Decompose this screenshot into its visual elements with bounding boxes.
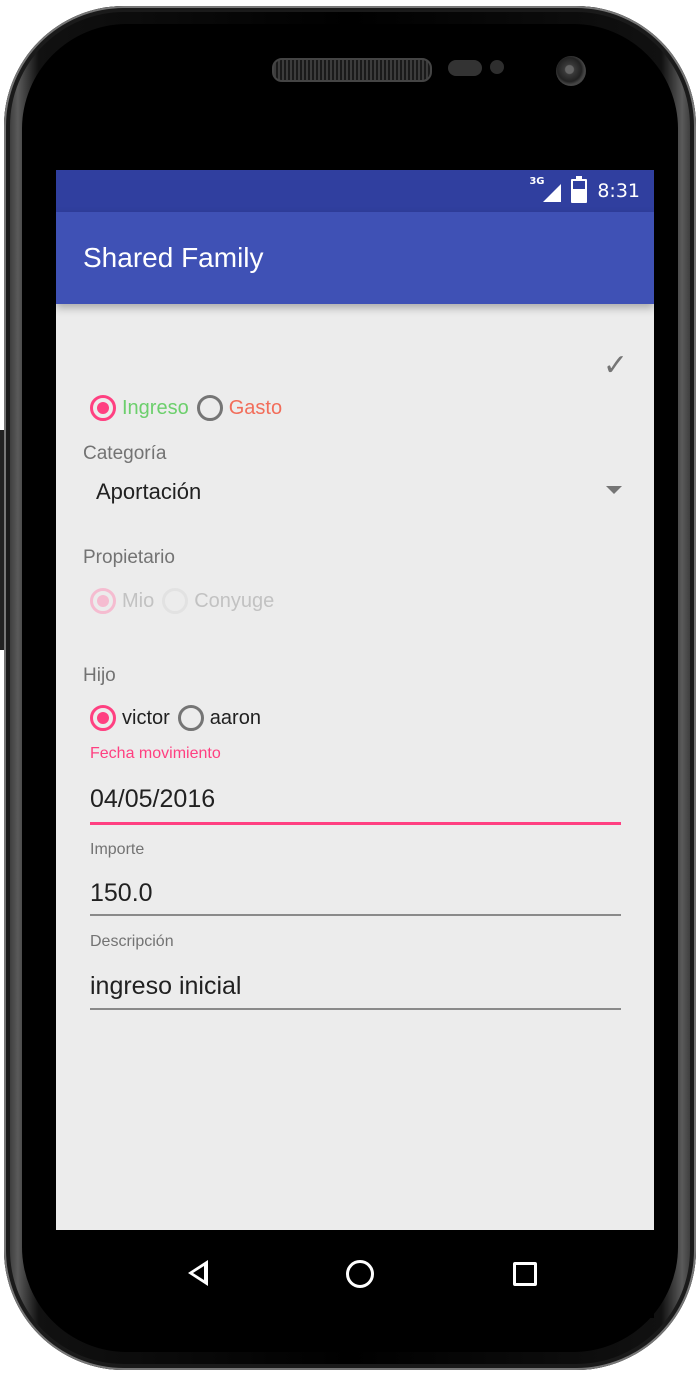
- radio-gasto[interactable]: [196, 395, 223, 421]
- status-time: 8:31: [597, 180, 640, 202]
- radio-aaron[interactable]: [177, 705, 204, 731]
- owner-label: Propietario: [83, 547, 175, 568]
- radio-gasto-label[interactable]: Gasto: [229, 397, 282, 420]
- home-circle-icon[interactable]: [338, 1254, 378, 1294]
- light-sensor: [490, 60, 504, 74]
- movement-type-group: Ingreso Gasto: [90, 395, 290, 421]
- front-camera: [556, 56, 586, 86]
- radio-victor[interactable]: [90, 705, 116, 731]
- description-field-underline: [90, 1008, 621, 1010]
- radio-ingreso[interactable]: [90, 395, 116, 421]
- owner-group: Mio Conyuge: [90, 588, 282, 614]
- radio-mio-label[interactable]: Mio: [122, 590, 154, 613]
- network-type: 3G: [529, 176, 545, 187]
- date-field-label: Fecha movimiento: [90, 745, 221, 762]
- radio-aaron-label[interactable]: aaron: [210, 707, 261, 730]
- battery-icon: [571, 176, 588, 203]
- proximity-sensor: [448, 60, 482, 76]
- child-group: victor aaron: [90, 705, 269, 731]
- description-field-label: Descripción: [90, 933, 174, 950]
- app-screen: 3G 8:31 Shared Family ✓ Ingreso Gasto Ca…: [56, 170, 654, 1230]
- app-title: Shared Family: [83, 242, 264, 273]
- status-bar: 3G 8:31: [56, 170, 654, 212]
- status-icons: 3G 8:31: [529, 176, 640, 204]
- recents-square-icon[interactable]: [506, 1254, 546, 1294]
- radio-victor-label[interactable]: victor: [122, 707, 170, 730]
- amount-field-underline: [90, 914, 621, 916]
- category-label: Categoría: [83, 443, 167, 464]
- child-label: Hijo: [83, 665, 116, 686]
- signal-icon: 3G: [529, 176, 562, 202]
- app-bar: Shared Family: [56, 212, 654, 304]
- radio-conyuge[interactable]: [162, 588, 189, 614]
- amount-field-label: Importe: [90, 841, 145, 858]
- category-spinner[interactable]: Aportación: [96, 479, 201, 505]
- earpiece-speaker: [272, 58, 432, 82]
- amount-field[interactable]: 150.0: [90, 879, 153, 908]
- back-triangle-icon[interactable]: [180, 1254, 220, 1294]
- radio-conyuge-label[interactable]: Conyuge: [194, 590, 274, 613]
- check-icon[interactable]: ✓: [603, 348, 628, 383]
- date-field[interactable]: 04/05/2016: [90, 785, 215, 814]
- navigation-bar: [56, 1230, 654, 1318]
- dropdown-arrow-icon[interactable]: [606, 486, 622, 494]
- description-field[interactable]: ingreso inicial: [90, 972, 241, 1001]
- date-field-underline: [90, 822, 621, 825]
- phone-side-button: [0, 430, 4, 650]
- radio-ingreso-label[interactable]: Ingreso: [122, 397, 189, 420]
- radio-mio[interactable]: [90, 588, 116, 614]
